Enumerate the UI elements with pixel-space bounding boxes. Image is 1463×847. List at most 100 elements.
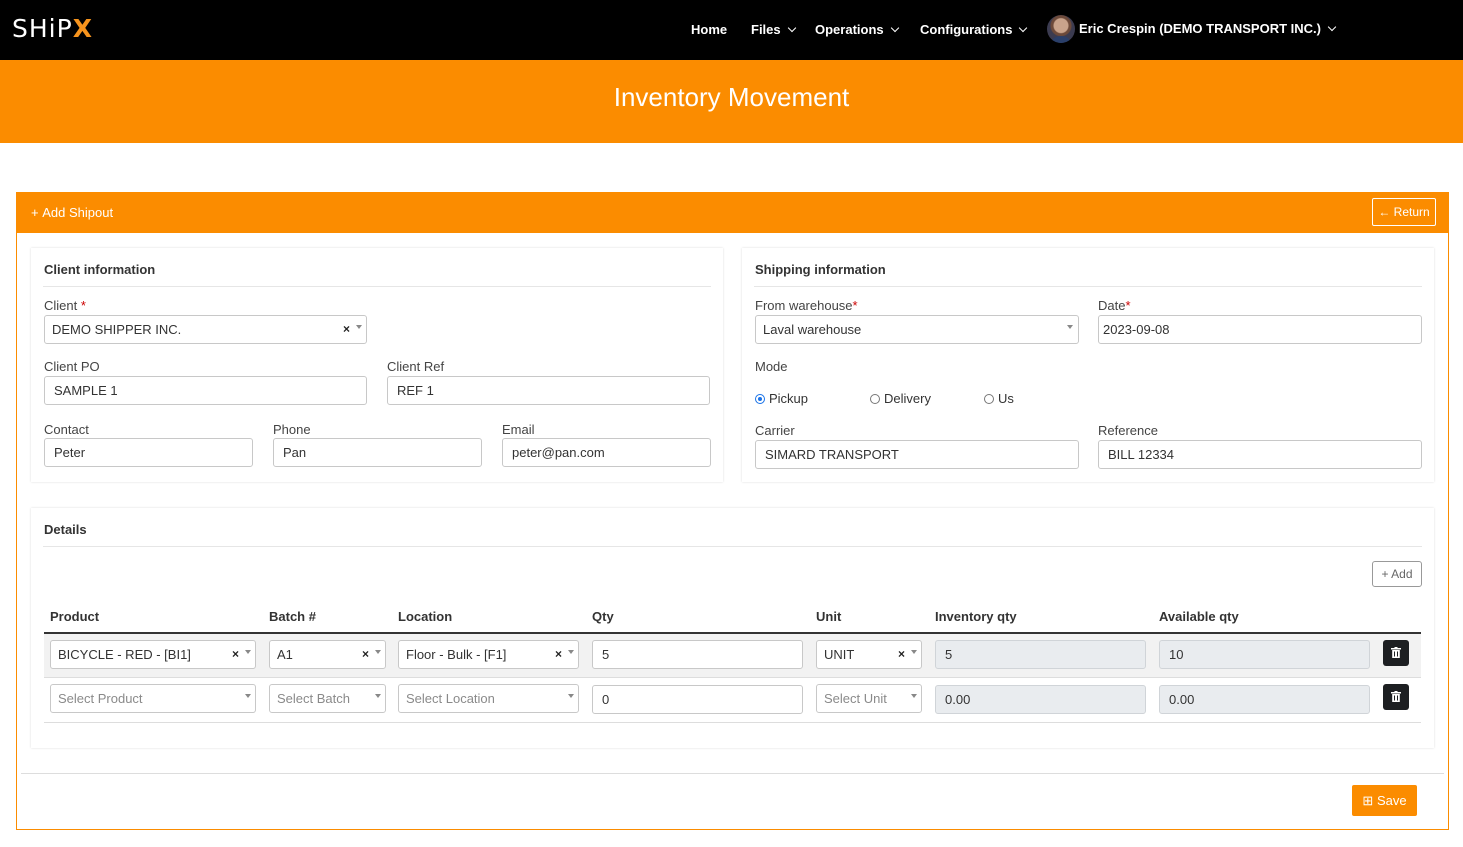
radio-unchecked-icon xyxy=(870,393,880,404)
mode-radio-delivery[interactable]: Delivery xyxy=(870,391,931,406)
footer-divider xyxy=(21,773,1444,774)
nav-configurations[interactable]: Configurations xyxy=(920,22,1028,37)
save-icon: ⊞ xyxy=(1362,792,1374,808)
mode-label: Mode xyxy=(755,359,788,374)
carrier-label: Carrier xyxy=(755,423,795,438)
clear-icon[interactable]: × xyxy=(555,647,562,661)
arrow-left-icon: ← xyxy=(1378,205,1391,219)
card-title: + Add Shipout xyxy=(31,205,114,220)
mode-radio-us[interactable]: Us xyxy=(984,391,1014,406)
available-qty-field: 0.00 xyxy=(1159,685,1370,714)
location-select[interactable]: Floor - Bulk - [F1] × xyxy=(398,640,579,669)
caret-down-icon xyxy=(245,694,251,698)
batch-select[interactable]: Select Batch xyxy=(269,684,386,713)
column-header-qty: Qty xyxy=(592,609,614,624)
column-header-batch: Batch # xyxy=(269,609,316,624)
nav-user-menu[interactable]: Eric Crespin (DEMO TRANSPORT INC.) xyxy=(1079,21,1337,36)
section-title: Client information xyxy=(44,262,156,277)
clear-icon[interactable]: × xyxy=(232,647,239,661)
column-header-inventory-qty: Inventory qty xyxy=(935,609,1017,624)
nav-operations[interactable]: Operations xyxy=(815,22,899,37)
available-qty-field: 10 xyxy=(1159,640,1370,669)
radio-unchecked-icon xyxy=(984,393,994,404)
delete-row-button[interactable] xyxy=(1383,684,1409,710)
divider xyxy=(43,286,711,287)
card-header: + Add Shipout ← Return xyxy=(17,193,1448,233)
qty-input[interactable]: 0 xyxy=(592,685,803,714)
from-warehouse-select[interactable]: Laval warehouse xyxy=(755,315,1079,344)
client-information-section: Client information Client * DEMO SHIPPER… xyxy=(31,248,723,482)
clear-icon[interactable]: × xyxy=(898,647,905,661)
trash-icon xyxy=(1391,647,1401,658)
plus-icon: + xyxy=(31,205,39,220)
avatar[interactable] xyxy=(1047,15,1075,43)
plus-icon: + xyxy=(1381,567,1389,581)
caret-down-icon xyxy=(568,694,574,698)
divider xyxy=(43,546,1422,547)
chevron-down-icon xyxy=(1327,22,1337,31)
add-shipout-card: + Add Shipout ← Return Client informatio… xyxy=(16,192,1449,830)
column-header-location: Location xyxy=(398,609,453,624)
location-select[interactable]: Select Location xyxy=(398,684,579,713)
shipx-logo[interactable]: SHiPX xyxy=(12,14,93,43)
column-header-available-qty: Available qty xyxy=(1159,609,1239,624)
radio-checked-icon xyxy=(755,393,765,404)
client-ref-label: Client Ref xyxy=(387,359,445,374)
phone-input[interactable]: Pan xyxy=(273,438,482,467)
email-label: Email xyxy=(502,422,535,437)
from-warehouse-label: From warehouse* xyxy=(755,298,858,313)
caret-down-icon xyxy=(245,650,251,654)
carrier-input[interactable]: SIMARD TRANSPORT xyxy=(755,440,1079,469)
nav-home[interactable]: Home xyxy=(691,22,727,37)
caret-down-icon xyxy=(356,325,362,329)
nav-files[interactable]: Files xyxy=(751,22,796,37)
top-navbar: SHiPX Home Files Operations Configuratio… xyxy=(0,0,1463,60)
reference-input[interactable]: BILL 12334 xyxy=(1098,440,1422,469)
caret-down-icon xyxy=(911,694,917,698)
chevron-down-icon xyxy=(787,23,796,32)
caret-down-icon xyxy=(911,650,917,654)
page-title: Inventory Movement xyxy=(613,82,850,112)
caret-down-icon xyxy=(1067,325,1073,329)
client-label: Client * xyxy=(44,298,86,313)
inventory-qty-field: 0.00 xyxy=(935,685,1146,714)
caret-down-icon xyxy=(568,650,574,654)
qty-input[interactable]: 5 xyxy=(592,640,803,669)
divider xyxy=(754,286,1422,287)
client-po-label: Client PO xyxy=(44,359,100,374)
caret-down-icon xyxy=(375,694,381,698)
date-input[interactable]: 2023-09-08 xyxy=(1098,315,1422,344)
client-select[interactable]: DEMO SHIPPER INC. × xyxy=(44,315,367,344)
mode-radio-pickup[interactable]: Pickup xyxy=(755,391,808,406)
clear-icon[interactable]: × xyxy=(362,647,369,661)
column-header-product: Product xyxy=(50,609,100,624)
section-title: Details xyxy=(44,522,87,537)
client-po-input[interactable]: SAMPLE 1 xyxy=(44,376,367,405)
shipping-information-section: Shipping information From warehouse* Lav… xyxy=(742,248,1434,482)
phone-label: Phone xyxy=(273,422,311,437)
save-button[interactable]: ⊞ Save xyxy=(1352,785,1417,816)
trash-icon xyxy=(1391,691,1401,702)
product-select[interactable]: Select Product xyxy=(50,684,256,713)
details-section: Details + Add Product Batch # Location Q… xyxy=(31,508,1434,748)
return-button[interactable]: ← Return xyxy=(1372,198,1436,226)
section-title: Shipping information xyxy=(755,262,886,277)
contact-label: Contact xyxy=(44,422,89,437)
email-input[interactable]: peter@pan.com xyxy=(502,438,711,467)
product-select[interactable]: BICYCLE - RED - [BI1] × xyxy=(50,640,256,669)
reference-label: Reference xyxy=(1098,423,1158,438)
chevron-down-icon xyxy=(890,23,899,32)
date-label: Date* xyxy=(1098,298,1131,313)
clear-icon[interactable]: × xyxy=(343,322,350,336)
chevron-down-icon xyxy=(1019,23,1028,32)
column-header-unit: Unit xyxy=(816,609,842,624)
unit-select[interactable]: Select Unit xyxy=(816,684,922,713)
client-ref-input[interactable]: REF 1 xyxy=(387,376,710,405)
delete-row-button[interactable] xyxy=(1383,640,1409,666)
unit-select[interactable]: UNIT × xyxy=(816,640,922,669)
contact-input[interactable]: Peter xyxy=(44,438,253,467)
add-row-button[interactable]: + Add xyxy=(1372,561,1422,587)
batch-select[interactable]: A1 × xyxy=(269,640,386,669)
page-banner: Inventory Movement xyxy=(0,60,1463,143)
inventory-qty-field: 5 xyxy=(935,640,1146,669)
